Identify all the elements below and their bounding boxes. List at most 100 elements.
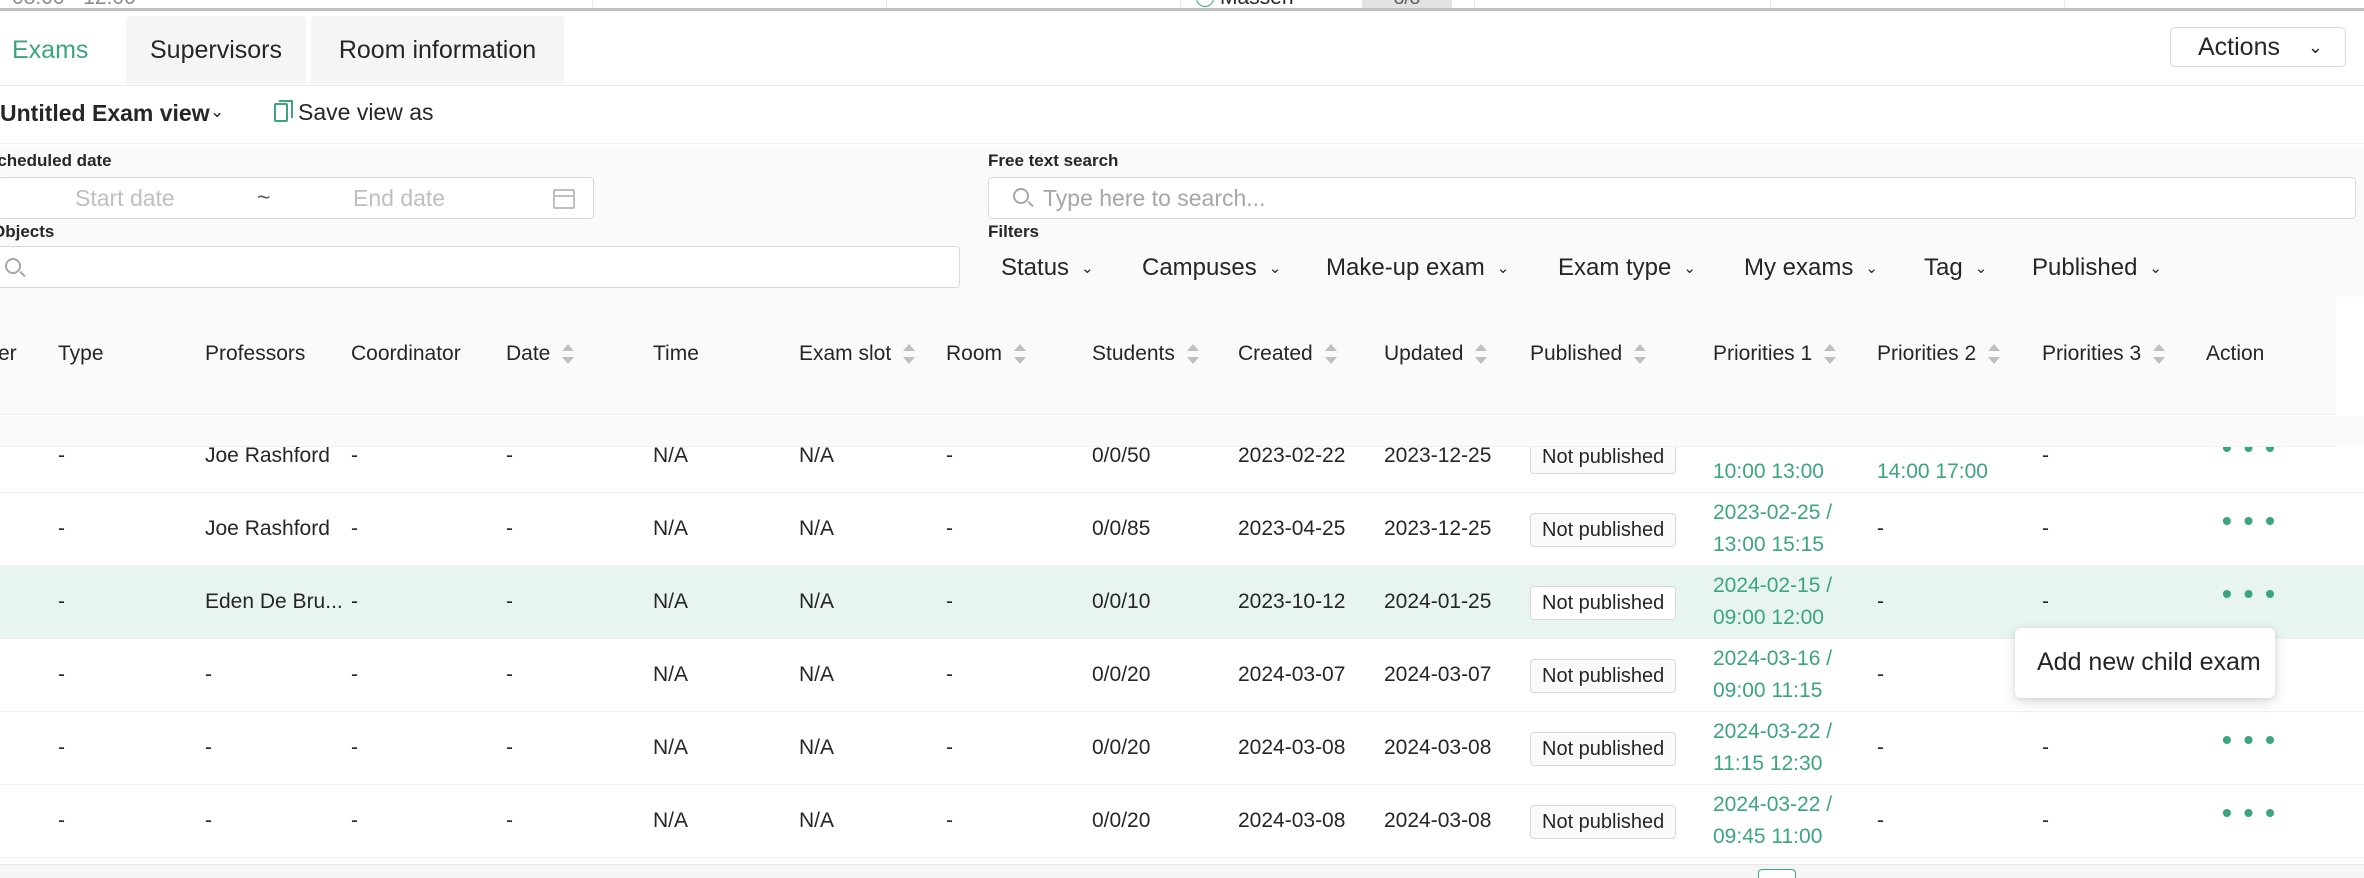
cell-priorities-3: - (2042, 809, 2049, 832)
free-text-search[interactable] (988, 177, 2356, 219)
cell-priorities-2[interactable]: 14:00 17:00 (1877, 456, 1988, 488)
more-icon[interactable]: • • • (2222, 505, 2277, 537)
cell-students: 0/0/85 (1092, 517, 1151, 540)
cell-coordinator: - (351, 517, 358, 540)
sort-icon[interactable] (1475, 343, 1488, 365)
filter-status[interactable]: Status ⌄ (1001, 254, 1094, 282)
cell-priorities-3: - (2042, 590, 2049, 613)
tab-supervisors[interactable]: Supervisors (126, 16, 306, 84)
more-icon[interactable]: • • • (2222, 578, 2277, 610)
table-row[interactable]: - Eden De Bru... - - N/A N/A - 0/0/10 20… (0, 566, 2364, 639)
view-toolbar: Untitled Exam view ⌄ Save view as (0, 86, 2364, 144)
column-header-date[interactable]: Date (506, 342, 575, 366)
table-row[interactable]: - Joe Rashford - - N/A N/A - 0/0/85 2023… (0, 493, 2364, 566)
column-header-professors: Professors (205, 342, 306, 365)
column-label: Priorities 3 (2042, 342, 2142, 365)
column-header-room[interactable]: Room (946, 342, 1027, 366)
capacity-badge: 8/8 (1362, 0, 1452, 8)
column-header-priorities-3[interactable]: Priorities 3 (2042, 342, 2166, 366)
more-icon[interactable]: • • • (2222, 724, 2277, 756)
sort-icon[interactable] (1186, 343, 1199, 365)
chevron-down-icon[interactable]: ⌄ (210, 102, 224, 122)
divider (0, 446, 2336, 447)
date-range-picker[interactable]: Start date ~ End date (0, 177, 594, 219)
filter-campuses[interactable]: Campuses ⌄ (1142, 254, 1281, 282)
column-header-priorities-1[interactable]: Priorities 1 (1713, 342, 1837, 366)
cell-professors: - (205, 809, 212, 832)
cell-exam-slot: N/A (799, 809, 835, 832)
cell-priorities-1[interactable]: 2023-02-25 / 13:00 15:15 (1713, 497, 1832, 561)
cell-type: - (58, 736, 65, 759)
cell-created: 2023-04-25 (1238, 517, 1346, 540)
cell-time: N/A (653, 736, 689, 759)
column-header-created[interactable]: Created (1238, 342, 1337, 366)
search-input[interactable] (1043, 184, 2323, 212)
chevron-down-icon: ⌄ (1865, 260, 1878, 277)
calendar-icon[interactable] (553, 189, 575, 209)
column-header-action: Action (2206, 342, 2265, 365)
cell-date: - (506, 809, 513, 832)
filter-my-exams[interactable]: My exams ⌄ (1744, 254, 1878, 282)
filter-exam-type[interactable]: Exam type ⌄ (1558, 254, 1696, 282)
column-label: Priorities 1 (1713, 342, 1813, 365)
table-row[interactable]: - - - - N/A N/A - 0/0/20 2024-03-07 2024… (0, 639, 2364, 712)
save-view-as-button[interactable]: Save view as (274, 99, 434, 126)
cell-priorities-1[interactable]: 10:00 13:00 (1713, 456, 1824, 488)
cell-priorities-1[interactable]: 2024-02-15 / 09:00 12:00 (1713, 570, 1832, 634)
actions-button[interactable]: Actions ⌄ (2170, 27, 2346, 67)
cell-type: - (58, 809, 65, 832)
table-row[interactable]: - - - - N/A N/A - 0/0/20 2024-03-08 2024… (0, 712, 2364, 785)
filter-tag[interactable]: Tag ⌄ (1924, 254, 1987, 282)
cell-professors: - (205, 736, 212, 759)
sort-icon[interactable] (2153, 343, 2166, 365)
header-spacer (0, 416, 2364, 446)
cell-updated: 2024-03-08 (1384, 736, 1492, 759)
filter-published[interactable]: Published ⌄ (2032, 254, 2162, 282)
room-name-label: Massen (1220, 0, 1294, 8)
start-date-input[interactable]: Start date (75, 185, 175, 212)
cell-priorities-1[interactable]: 2024-03-22 / 09:45 11:00 (1713, 789, 1832, 853)
sort-icon[interactable] (562, 343, 575, 365)
cell-coordinator: - (351, 590, 358, 613)
filter-label: Published (2032, 254, 2138, 281)
scheduled-date-label: Scheduled date (0, 151, 112, 170)
objects-search[interactable] (0, 246, 960, 288)
table-row[interactable]: - - - - N/A N/A - 0/0/20 2024-03-08 2024… (0, 785, 2364, 858)
cell-date: - (506, 590, 513, 613)
divider (1180, 0, 1181, 8)
sort-icon[interactable] (903, 343, 916, 365)
room-name[interactable]: Massen (1196, 0, 1294, 8)
objects-label: Objects (0, 222, 55, 241)
end-date-input[interactable]: End date (353, 185, 445, 212)
cell-updated: 2024-03-07 (1384, 663, 1492, 686)
cell-room: - (946, 663, 953, 686)
cell-coordinator: - (351, 809, 358, 832)
column-header-updated[interactable]: Updated (1384, 342, 1488, 366)
column-label: Date (506, 342, 551, 365)
sort-icon[interactable] (1634, 343, 1647, 365)
column-header-students[interactable]: Students (1092, 342, 1199, 366)
column-header-coordinator: Coordinator (351, 342, 461, 365)
column-header-published[interactable]: Published (1530, 342, 1647, 366)
tab-exams[interactable]: Exams (0, 16, 126, 84)
filter-make-up-exam[interactable]: Make-up exam ⌄ (1326, 254, 1509, 282)
column-header-exam-slot[interactable]: Exam slot (799, 342, 916, 366)
column-header-priorities-2[interactable]: Priorities 2 (1877, 342, 2001, 366)
cell-date: - (506, 736, 513, 759)
cell-priorities-1[interactable]: 2024-03-22 / 11:15 12:30 (1713, 716, 1832, 780)
tab-room-information[interactable]: Room information (311, 16, 564, 84)
view-select[interactable]: Untitled Exam view (0, 100, 210, 127)
add-new-child-exam-menu-item[interactable]: Add new child exam (2037, 648, 2261, 677)
sort-icon[interactable] (1824, 343, 1837, 365)
sort-icon[interactable] (1014, 343, 1027, 365)
filter-label: Status (1001, 254, 1070, 281)
more-icon[interactable]: • • • (2222, 797, 2277, 829)
cell-created: 2023-02-22 (1238, 444, 1346, 467)
cell-time: N/A (653, 663, 689, 686)
copy-icon (274, 100, 293, 122)
sort-icon[interactable] (1988, 343, 2001, 365)
cell-priorities-1[interactable]: 2024-03-16 / 09:00 11:15 (1713, 643, 1832, 707)
cell-updated: 2023-12-25 (1384, 444, 1492, 467)
pagination-current-page[interactable] (1758, 869, 1796, 878)
sort-icon[interactable] (1324, 343, 1337, 365)
